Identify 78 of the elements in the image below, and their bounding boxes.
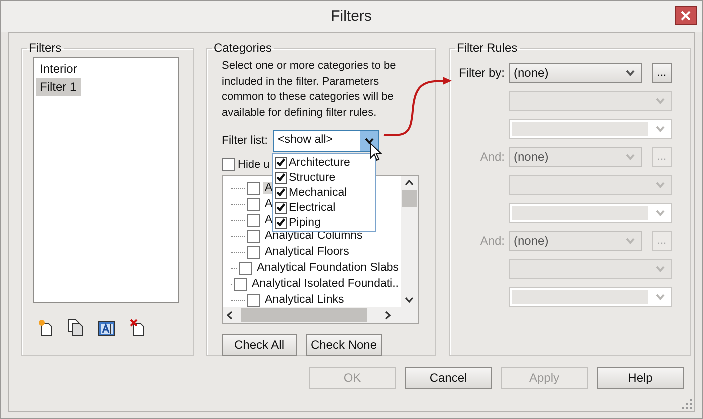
chevron-down-icon bbox=[656, 182, 665, 188]
group-title: Filters bbox=[28, 41, 63, 55]
chevron-down-icon bbox=[656, 126, 665, 132]
checkbox[interactable] bbox=[275, 172, 287, 184]
close-button[interactable] bbox=[675, 6, 697, 25]
scroll-thumb[interactable] bbox=[241, 308, 367, 322]
filter-list-dropdown[interactable]: <show all> bbox=[273, 130, 379, 152]
tree-item[interactable]: Analytical Links bbox=[263, 294, 346, 306]
vertical-scrollbar[interactable] bbox=[401, 176, 418, 307]
dialog-button[interactable]: Help bbox=[597, 367, 684, 389]
chevron-down-icon bbox=[656, 210, 665, 216]
checkbox[interactable] bbox=[275, 186, 287, 198]
tree-item[interactable]: Analytical Isolated Foundati.. bbox=[250, 278, 401, 290]
description-text: Select one or more categories to be included in the filter. Parameters common to these categories will be available for defining filter rules. bbox=[222, 59, 396, 120]
group-title: Filter Rules bbox=[456, 41, 519, 55]
chevron-down-icon bbox=[656, 294, 665, 300]
checkbox[interactable] bbox=[222, 158, 235, 171]
checkmark-icon bbox=[276, 157, 286, 168]
rename-icon[interactable] bbox=[98, 321, 116, 337]
new-page-icon[interactable] bbox=[38, 319, 54, 337]
parameter-dropdown[interactable]: (none) bbox=[509, 63, 642, 83]
checkmark-icon bbox=[276, 217, 286, 228]
chevron-down-icon bbox=[656, 266, 665, 272]
chevron-down-icon bbox=[626, 154, 635, 160]
chevron-down-icon bbox=[364, 138, 374, 144]
checkbox[interactable] bbox=[275, 216, 287, 228]
rule-label: Filter by: bbox=[458, 66, 505, 80]
dropdown-option[interactable]: Structure bbox=[289, 172, 336, 184]
tree-item[interactable]: Analytical Floors bbox=[263, 246, 352, 258]
checkbox[interactable] bbox=[247, 214, 260, 226]
tree-item[interactable]: Analytical Foundation Slabs bbox=[255, 262, 401, 274]
checkbox[interactable] bbox=[247, 230, 260, 242]
pointer-arrow bbox=[384, 77, 452, 136]
dropdown-option[interactable]: Electrical bbox=[289, 202, 336, 214]
checkmark-icon bbox=[276, 187, 286, 198]
duplicate-icon[interactable] bbox=[68, 319, 84, 337]
checkmark-icon bbox=[276, 172, 286, 183]
checkbox-label: Hide u bbox=[238, 158, 270, 170]
scroll-right-icon[interactable] bbox=[385, 310, 391, 320]
delete-icon[interactable] bbox=[130, 319, 146, 337]
filter-list-label: Filter list: bbox=[222, 135, 268, 147]
filter-list-item[interactable]: Filter 1 bbox=[36, 78, 81, 96]
checkbox[interactable] bbox=[247, 198, 260, 210]
value-field[interactable] bbox=[509, 119, 672, 139]
checkbox[interactable] bbox=[247, 294, 260, 306]
window-title: Filters bbox=[331, 8, 372, 25]
scroll-down-icon[interactable] bbox=[405, 297, 414, 303]
value-field[interactable] bbox=[509, 287, 672, 307]
checkbox[interactable] bbox=[275, 156, 287, 168]
checkmark-icon bbox=[276, 202, 286, 213]
scroll-thumb[interactable] bbox=[402, 190, 417, 207]
scroll-up-icon[interactable] bbox=[405, 180, 414, 186]
close-icon bbox=[681, 10, 691, 20]
tree-item[interactable]: A bbox=[263, 214, 275, 226]
filter-list-item[interactable]: Interior bbox=[36, 60, 82, 78]
dropdown-option[interactable]: Mechanical bbox=[289, 186, 348, 198]
chevron-down-icon bbox=[656, 98, 665, 104]
resize-grip-icon[interactable] bbox=[682, 399, 692, 409]
checkbox[interactable] bbox=[275, 202, 287, 214]
rule-label: And: bbox=[479, 234, 505, 248]
tree-item[interactable]: A bbox=[263, 198, 275, 210]
dropdown-option[interactable]: Architecture bbox=[289, 156, 350, 168]
checkbox[interactable] bbox=[247, 246, 260, 258]
browse-button[interactable]: ... bbox=[652, 63, 672, 83]
group-title: Categories bbox=[213, 41, 274, 55]
chevron-down-icon bbox=[626, 238, 635, 244]
dialog-button[interactable]: Cancel bbox=[405, 367, 492, 389]
dialog-button[interactable]: Check None bbox=[306, 334, 382, 356]
chevron-down-icon bbox=[626, 70, 635, 76]
dropdown-option[interactable]: Piping bbox=[289, 216, 321, 228]
value-field[interactable] bbox=[509, 203, 672, 223]
checkbox[interactable] bbox=[234, 278, 247, 290]
rule-label: And: bbox=[479, 150, 505, 164]
checkbox[interactable] bbox=[247, 182, 260, 194]
checkbox[interactable] bbox=[239, 262, 252, 274]
horizontal-scrollbar[interactable] bbox=[223, 307, 418, 323]
dialog-button[interactable]: Check All bbox=[222, 334, 297, 356]
scroll-left-icon[interactable] bbox=[227, 310, 233, 320]
